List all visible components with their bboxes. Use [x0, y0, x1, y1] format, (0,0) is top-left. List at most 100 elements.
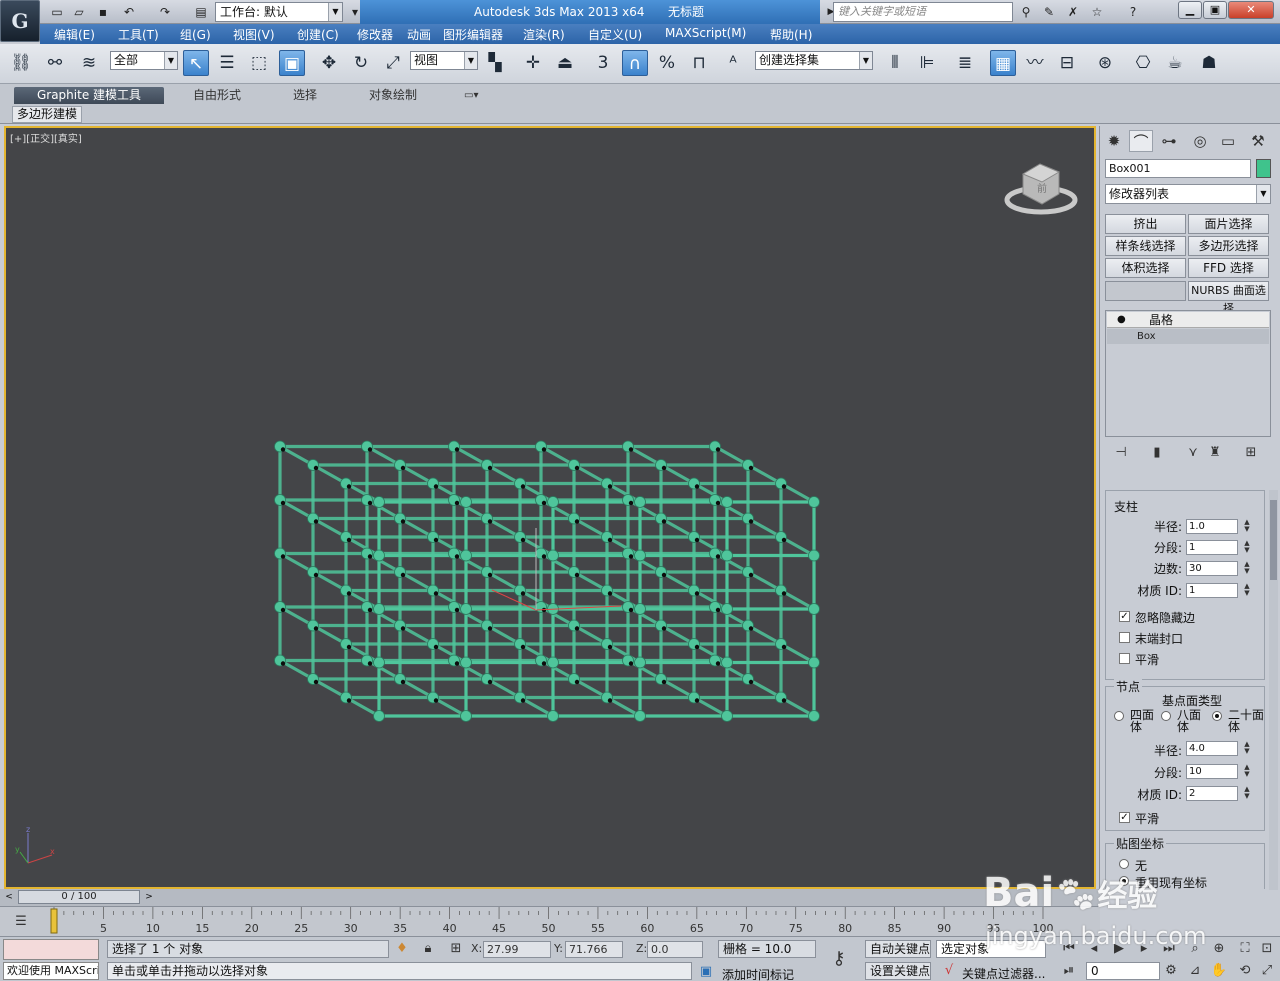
- key-filters-button[interactable]: 关键点过滤器...: [962, 965, 1045, 981]
- binoculars-icon[interactable]: ⚲: [1017, 3, 1035, 21]
- base-type-tetra-radio[interactable]: [1114, 711, 1124, 721]
- menu-tools[interactable]: 工具(T): [118, 26, 159, 43]
- modifier-button-empty[interactable]: [1105, 281, 1186, 301]
- time-tag-icon[interactable]: ▣: [697, 963, 715, 981]
- angle-snap-icon[interactable]: ∩: [622, 50, 648, 76]
- isolate-selection-icon[interactable]: ♦: [393, 940, 411, 958]
- maxscript-listener-field[interactable]: [3, 939, 99, 960]
- track-bar[interactable]: ☰ 05101520253035404550556065707580859095…: [0, 906, 1100, 936]
- tab-object-paint[interactable]: 对象绘制: [369, 87, 417, 104]
- hierarchy-panel-tab-icon[interactable]: ⊶: [1157, 130, 1181, 152]
- scale-icon[interactable]: ⤢: [380, 50, 406, 76]
- modify-panel-tab-icon[interactable]: ⌒: [1129, 130, 1153, 152]
- ignore-hidden-edges-checkbox[interactable]: ✓: [1119, 611, 1130, 622]
- base-type-icosa-radio[interactable]: [1212, 711, 1222, 721]
- absolute-transform-icon[interactable]: ⊞: [447, 940, 465, 958]
- named-selection-dropdown[interactable]: 创建选择集 ▼: [755, 51, 873, 70]
- help-icon[interactable]: ?: [1124, 3, 1142, 21]
- selection-lock-icon[interactable]: 🔒︎: [419, 940, 437, 958]
- time-configuration-icon[interactable]: ⚙: [1162, 962, 1180, 980]
- modifier-button-extrude[interactable]: 挤出: [1105, 214, 1186, 234]
- pin-stack-icon[interactable]: ⊣: [1110, 444, 1132, 462]
- material-editor-icon[interactable]: ⊛: [1092, 50, 1118, 76]
- layer-manager-icon[interactable]: ≣: [952, 50, 978, 76]
- bind-spacewarp-icon[interactable]: ≋: [76, 50, 102, 76]
- edit-named-sets-icon[interactable]: ᴬ: [720, 50, 746, 76]
- render-setup-icon[interactable]: ⎔: [1130, 50, 1156, 76]
- motion-panel-tab-icon[interactable]: ◎: [1188, 130, 1212, 152]
- maximize-button[interactable]: ▣: [1203, 1, 1227, 19]
- spinner-arrows-icon[interactable]: ▲ ▼: [1242, 519, 1252, 534]
- object-color-swatch[interactable]: [1256, 159, 1271, 178]
- menu-views[interactable]: 视图(V): [233, 26, 275, 43]
- select-manipulate-icon[interactable]: ✛: [520, 50, 546, 76]
- configure-modifier-sets-icon[interactable]: ⊞: [1240, 444, 1262, 462]
- time-slider-knob[interactable]: 0 / 100: [18, 890, 140, 904]
- joint-smooth-checkbox[interactable]: ✓: [1119, 812, 1130, 823]
- current-frame-marker[interactable]: [50, 908, 58, 934]
- reference-coord-dropdown[interactable]: 视图 ▼: [410, 51, 478, 70]
- strut-smooth-checkbox[interactable]: [1119, 653, 1130, 664]
- lattice-object[interactable]: [274, 440, 820, 722]
- z-coordinate-field[interactable]: 0.0: [647, 941, 703, 958]
- redo-icon[interactable]: ↷: [156, 3, 174, 21]
- spinner-arrows-icon[interactable]: ▲ ▼: [1242, 786, 1252, 801]
- rect-selection-region-icon[interactable]: ⬚: [246, 50, 272, 76]
- create-panel-tab-icon[interactable]: ✹: [1102, 130, 1126, 152]
- pivot-center-icon[interactable]: ▚: [482, 50, 508, 76]
- spinner-arrows-icon[interactable]: ▲ ▼: [1242, 540, 1252, 555]
- select-object-icon[interactable]: ↖: [183, 50, 209, 76]
- modifier-button-poly-select[interactable]: 多边形选择: [1188, 236, 1269, 256]
- minimize-button[interactable]: ▁: [1178, 1, 1202, 19]
- rotate-icon[interactable]: ↻: [348, 50, 374, 76]
- percent-snap-icon[interactable]: %: [654, 50, 680, 76]
- graphite-toggle-icon[interactable]: ▦: [990, 50, 1016, 76]
- unlink-icon[interactable]: ⚯: [42, 50, 68, 76]
- new-file-icon[interactable]: ▭: [48, 3, 66, 21]
- spinner-snap-icon[interactable]: ⊓: [686, 50, 712, 76]
- key-mode-toggle-icon[interactable]: ⏯: [1060, 962, 1078, 980]
- spinner-arrows-icon[interactable]: ▲ ▼: [1242, 583, 1252, 598]
- menu-modifiers[interactable]: 修改器: [357, 26, 393, 43]
- set-key-mode-key-icon[interactable]: ⚷: [830, 950, 848, 968]
- spinner-arrows-icon[interactable]: ▲ ▼: [1242, 741, 1252, 756]
- menu-group[interactable]: 组(G): [180, 26, 211, 43]
- x-coordinate-field[interactable]: 27.99: [483, 941, 551, 958]
- remove-modifier-icon[interactable]: ♜: [1204, 444, 1226, 462]
- move-icon[interactable]: ✥: [316, 50, 342, 76]
- joint-matid-spinner[interactable]: 2: [1186, 786, 1238, 801]
- save-file-icon[interactable]: ▪: [94, 3, 112, 21]
- curve-editor-icon[interactable]: 〰: [1022, 50, 1048, 76]
- field-of-view-icon[interactable]: ⊿: [1186, 962, 1204, 980]
- menu-animation[interactable]: 动画: [407, 26, 431, 43]
- undo-icon[interactable]: ↶: [120, 3, 138, 21]
- zoom-extents-all-icon[interactable]: ⊡: [1258, 940, 1276, 958]
- subscription-icon[interactable]: ✎: [1040, 3, 1058, 21]
- pivot-transform-gizmo[interactable]: [491, 528, 622, 611]
- mapping-none-radio[interactable]: [1119, 859, 1129, 869]
- maxscript-mini-listener[interactable]: 欢迎使用 MAXScri: [3, 962, 99, 980]
- add-time-tag-button[interactable]: 添加时间标记: [722, 966, 794, 981]
- mirror-icon[interactable]: ⫴: [882, 50, 908, 76]
- time-slider[interactable]: < 0 / 100 >: [0, 889, 1100, 906]
- stack-item-box[interactable]: Box: [1107, 329, 1269, 344]
- pan-view-icon[interactable]: ✋: [1210, 962, 1228, 980]
- ribbon-options-icon[interactable]: ▭▾: [464, 87, 478, 104]
- stack-item-lattice[interactable]: ● 晶格: [1107, 312, 1269, 328]
- base-type-octa-radio[interactable]: [1161, 711, 1171, 721]
- y-coordinate-field[interactable]: 71.766: [565, 941, 623, 958]
- close-button[interactable]: ✕: [1228, 1, 1274, 19]
- scrollbar-thumb[interactable]: [1270, 500, 1277, 580]
- current-frame-field[interactable]: 0: [1086, 962, 1160, 980]
- modifier-button-spline-select[interactable]: 样条线选择: [1105, 236, 1186, 256]
- project-folder-icon[interactable]: ▤: [192, 3, 210, 21]
- link-icon[interactable]: ⛓: [8, 50, 34, 76]
- modifier-button-nurbs-surface-select[interactable]: NURBS 曲面选择: [1188, 281, 1269, 315]
- show-end-result-icon[interactable]: ▮: [1146, 444, 1168, 462]
- tab-graphite-modeling[interactable]: Graphite 建模工具: [14, 87, 164, 104]
- schematic-view-icon[interactable]: ⊟: [1054, 50, 1080, 76]
- workspace-dropdown[interactable]: 工作台: 默认 ▼: [215, 2, 343, 22]
- menu-rendering[interactable]: 渲染(R): [523, 26, 565, 43]
- menu-customize[interactable]: 自定义(U): [588, 26, 642, 43]
- make-unique-icon[interactable]: ⋎: [1182, 444, 1204, 462]
